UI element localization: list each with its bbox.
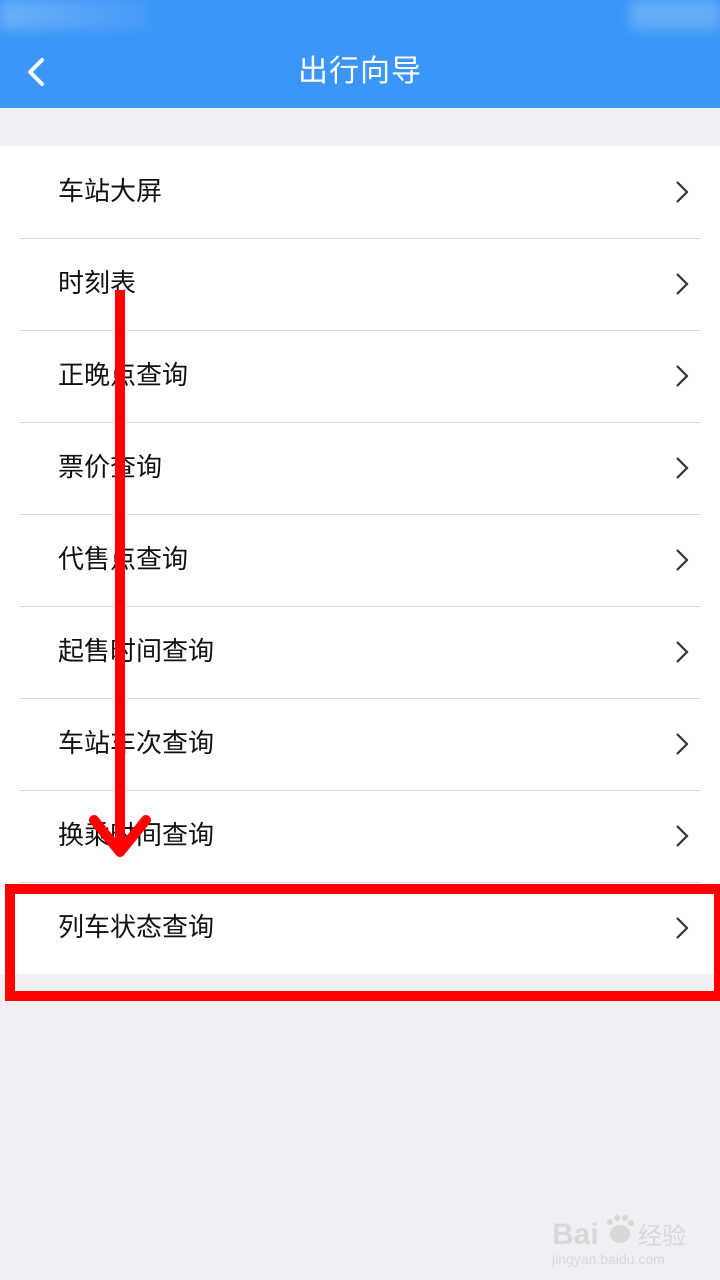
menu-item-sale-time-query[interactable]: 起售时间查询 — [0, 606, 720, 698]
status-bar-right — [630, 0, 720, 30]
menu-item-station-trains-query[interactable]: 车站车次查询 — [0, 698, 720, 790]
status-bar-left — [0, 0, 150, 30]
chevron-right-icon — [676, 273, 689, 295]
menu-item-fare-query[interactable]: 票价查询 — [0, 422, 720, 514]
chevron-right-icon — [676, 365, 689, 387]
chevron-right-icon — [676, 825, 689, 847]
menu-item-train-status-query[interactable]: 列车状态查询 — [0, 882, 720, 974]
chevron-right-icon — [676, 733, 689, 755]
menu-item-timetable[interactable]: 时刻表 — [0, 238, 720, 330]
chevron-right-icon — [676, 549, 689, 571]
menu-item-label: 代售点查询 — [58, 545, 189, 575]
menu-list: 车站大屏 时刻表 正晚点查询 票价查询 代售点查询 起售时间查询 车站车次查询 … — [0, 146, 720, 974]
chevron-right-icon — [676, 457, 689, 479]
menu-item-agency-query[interactable]: 代售点查询 — [0, 514, 720, 606]
svg-text:Bai: Bai — [552, 1218, 599, 1251]
chevron-right-icon — [676, 641, 689, 663]
menu-item-transfer-time-query[interactable]: 换乘时间查询 — [0, 790, 720, 882]
menu-item-label: 正晚点查询 — [58, 361, 189, 391]
baidu-jingyan-watermark-icon: Bai 经验 jingyan.baidu.com — [551, 1215, 686, 1267]
chevron-right-icon — [676, 181, 689, 203]
page-title: 出行向导 — [298, 54, 422, 89]
menu-item-label: 列车状态查询 — [58, 913, 215, 943]
menu-item-station-screen[interactable]: 车站大屏 — [0, 146, 720, 238]
menu-item-label: 车站车次查询 — [58, 729, 215, 759]
header-bar: 出行向导 — [0, 0, 720, 108]
svg-text:jingyan.baidu.com: jingyan.baidu.com — [551, 1251, 665, 1267]
chevron-right-icon — [676, 917, 689, 939]
menu-item-label: 票价查询 — [58, 453, 163, 483]
menu-item-label: 车站大屏 — [58, 177, 163, 207]
menu-item-label: 时刻表 — [58, 269, 137, 299]
svg-text:经验: 经验 — [638, 1222, 686, 1250]
menu-item-delay-query[interactable]: 正晚点查询 — [0, 330, 720, 422]
menu-item-label: 起售时间查询 — [58, 637, 215, 667]
menu-item-label: 换乘时间查询 — [58, 821, 215, 851]
